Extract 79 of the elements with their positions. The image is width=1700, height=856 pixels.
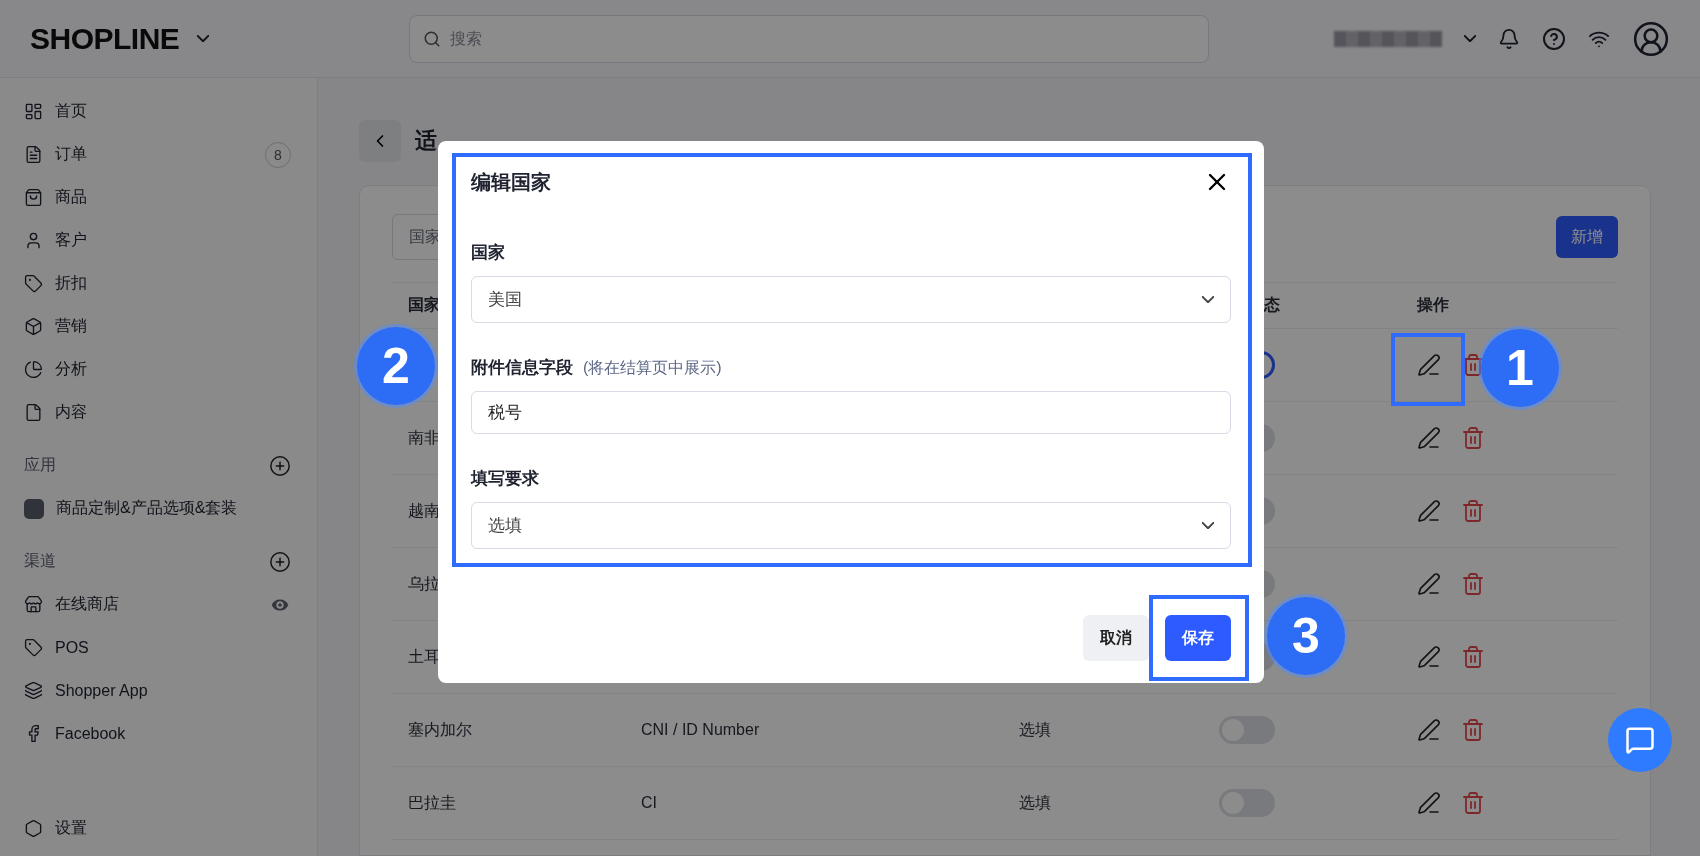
document-icon (24, 403, 43, 422)
field-label: 国家 (471, 242, 505, 264)
layers-icon (24, 681, 43, 700)
nav-item[interactable]: 首页 (55, 101, 291, 122)
select-field[interactable]: 选填 (471, 502, 1231, 549)
table-cell-text: 巴拉圭 (408, 792, 456, 813)
box-icon (24, 317, 43, 336)
edit-icon[interactable] (1417, 353, 1441, 377)
delete-icon[interactable] (1461, 791, 1485, 815)
dashboard-icon (24, 102, 43, 121)
column-header: 操作 (1417, 295, 1449, 315)
nav-item[interactable]: Shopper App (55, 681, 291, 700)
nav-item[interactable]: 折扣 (55, 273, 291, 294)
add-button[interactable]: 新增 (1556, 216, 1618, 258)
section-title: 应用 (24, 455, 56, 475)
edit-icon[interactable] (1417, 718, 1441, 742)
nav-item[interactable]: 订单 (55, 144, 253, 165)
caret-icon[interactable] (197, 35, 210, 42)
delete-icon[interactable] (1461, 572, 1485, 596)
nav-item[interactable]: 内容 (55, 402, 291, 423)
store-icon (24, 595, 43, 614)
edit-icon[interactable] (1417, 426, 1441, 450)
edit-icon[interactable] (1417, 645, 1441, 669)
delete-icon[interactable] (1461, 426, 1485, 450)
tag-icon (24, 274, 43, 293)
search-icon (423, 29, 442, 48)
edit-icon[interactable] (1417, 572, 1441, 596)
edit-icon[interactable] (1417, 499, 1441, 523)
table-cell: CI (641, 794, 657, 812)
help-icon[interactable] (1542, 26, 1566, 51)
nav-item[interactable]: 分析 (55, 359, 291, 380)
table-cell-text: 土耳 (408, 646, 440, 667)
column-header: 态 (1264, 295, 1280, 315)
delete-icon[interactable] (1461, 718, 1485, 742)
user-icon (24, 231, 43, 250)
table-cell-text: 越南 (408, 500, 440, 521)
nav-item[interactable]: 客户 (55, 230, 291, 251)
delete-icon[interactable] (1461, 645, 1485, 669)
bell-icon[interactable] (1498, 27, 1520, 50)
search-field[interactable]: 搜索 (409, 14, 1210, 63)
table-cell-text: 塞内加尔 (408, 719, 472, 740)
edit-icon[interactable] (1417, 791, 1441, 815)
caret-icon[interactable] (1464, 35, 1476, 42)
table-cell-text: 选填 (1019, 792, 1051, 813)
add-icon[interactable] (269, 454, 291, 477)
nav-item[interactable]: 在线商店 (55, 594, 257, 615)
app-icon (24, 498, 44, 519)
select-field[interactable]: 美国 (471, 276, 1231, 323)
tag-icon (24, 638, 43, 657)
field-label: 填写要求 (471, 468, 539, 490)
logo[interactable]: SHOPLINE (30, 21, 180, 56)
table-cell: CNI / ID Number (641, 721, 760, 739)
nav-item[interactable]: 商品定制&产品选项&套装 (56, 498, 291, 519)
nav-item[interactable]: 商品 (55, 187, 291, 208)
page-title: 适 (415, 127, 437, 155)
input-field[interactable]: 税号 (471, 391, 1231, 434)
nav-item[interactable]: Facebook (55, 724, 291, 743)
hexagon-icon (24, 819, 43, 838)
avatar-icon[interactable] (1632, 19, 1670, 58)
bag-icon (24, 188, 43, 207)
pie-chart-icon (24, 360, 43, 379)
field-label: 附件信息字段 (471, 357, 573, 379)
cancel-button[interactable]: 取消 (1083, 615, 1149, 661)
nav-item[interactable]: 设置 (55, 818, 291, 839)
save-button[interactable]: 保存 (1165, 615, 1231, 661)
delete-icon[interactable] (1461, 499, 1485, 523)
table-cell-text: 乌拉 (408, 573, 440, 594)
add-icon[interactable] (269, 550, 291, 573)
field-hint: (将在结算页中展示) (583, 358, 722, 378)
nav-item[interactable]: 营销 (55, 316, 291, 337)
chevron-icon (1202, 296, 1214, 303)
chat-icon (1625, 725, 1655, 755)
chevron-icon (1202, 522, 1214, 529)
dialog-title: 编辑国家 (471, 169, 551, 195)
document-icon (24, 145, 43, 164)
table-cell-text: 南非 (408, 427, 440, 448)
table-cell-text: 选填 (1019, 719, 1051, 740)
nav-item[interactable]: POS (55, 638, 291, 657)
section-title: 渠道 (24, 551, 56, 571)
